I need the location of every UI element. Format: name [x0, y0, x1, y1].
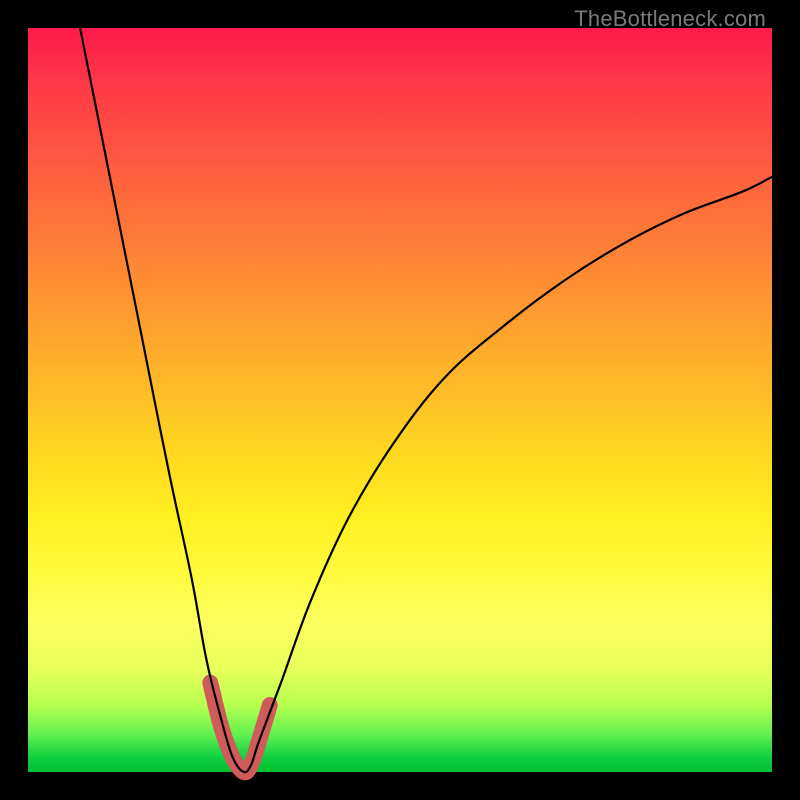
- curve-svg: [28, 28, 772, 772]
- highlight-segment: [210, 683, 269, 773]
- chart-frame: TheBottleneck.com: [0, 0, 800, 800]
- plot-area: [28, 28, 772, 772]
- bottleneck-curve: [80, 28, 772, 772]
